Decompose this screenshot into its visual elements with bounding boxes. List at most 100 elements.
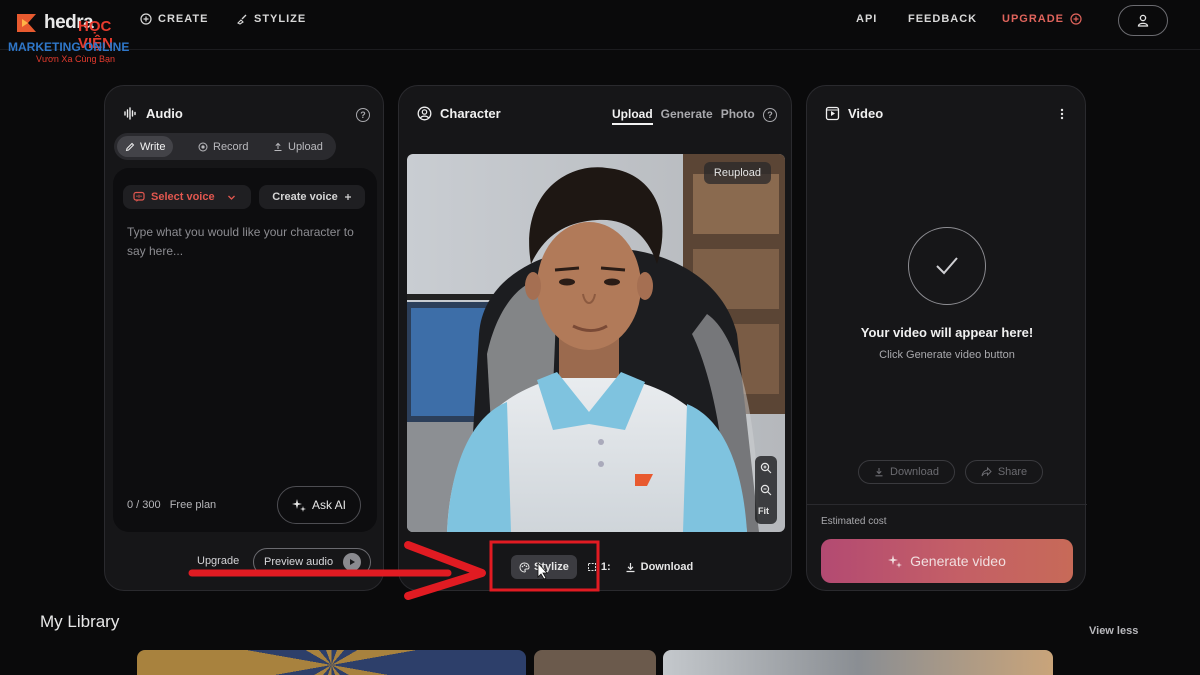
aspect-ratio-label: 1:	[600, 561, 611, 573]
zoom-controls: Fit	[755, 456, 777, 524]
chevron-down-icon	[227, 195, 235, 200]
nav-stylize[interactable]: STYLIZE	[236, 13, 306, 25]
nav-stylize-label: STYLIZE	[254, 13, 307, 25]
stylize-button[interactable]: Stylize	[511, 555, 577, 579]
zoom-in-icon[interactable]	[760, 462, 772, 474]
video-icon	[825, 106, 840, 121]
audio-waveform-icon	[124, 107, 136, 120]
play-icon	[343, 553, 362, 571]
plus-circle-icon	[1070, 13, 1082, 25]
tab-generate[interactable]: Generate	[661, 107, 713, 125]
nav-create[interactable]: CREATE	[140, 13, 208, 25]
video-download-button[interactable]: Download	[858, 460, 955, 484]
tab-upload[interactable]: Upload	[265, 136, 331, 157]
video-empty-title: Your video will appear here!	[860, 325, 1034, 340]
audio-panel-header: Audio	[123, 106, 183, 121]
download-button[interactable]: Download	[625, 561, 694, 573]
portrait-photo	[407, 154, 785, 532]
script-editor[interactable]: Select voice Create voice Type what you …	[113, 168, 377, 532]
video-download-label: Download	[890, 466, 939, 478]
share-icon	[981, 467, 992, 477]
share-label: Share	[997, 466, 1028, 478]
tab-write-label: Write	[140, 140, 166, 153]
top-navigation: hedra HỌC VIỆN MARKETING ONLINE Vươn Xa …	[0, 0, 1200, 64]
more-options-icon[interactable]	[1060, 108, 1064, 120]
stylize-label: Stylize	[534, 561, 569, 573]
fit-button[interactable]: Fit	[758, 506, 769, 516]
tab-upload-label: Upload	[288, 140, 323, 153]
audio-panel: Audio ? Write Record Upload Select voice…	[104, 85, 384, 591]
nav-feedback[interactable]: FEEDBACK	[908, 13, 977, 25]
video-panel-header: Video	[825, 106, 883, 121]
download-icon	[626, 562, 635, 572]
account-button[interactable]	[1118, 5, 1168, 36]
select-voice-dropdown[interactable]: Select voice	[123, 185, 251, 209]
plus-circle-icon	[140, 13, 152, 25]
help-icon[interactable]: ?	[356, 108, 370, 122]
library-title: My Library	[40, 612, 120, 631]
user-circle-icon	[417, 106, 432, 121]
pencil-icon	[125, 142, 135, 151]
select-voice-label: Select voice	[151, 191, 215, 203]
character-source-tabs: Upload Generate Photo	[612, 107, 755, 125]
generate-video-label: Generate video	[910, 553, 1006, 569]
sparkle-icon	[291, 499, 306, 512]
ask-ai-label: Ask AI	[311, 498, 346, 512]
character-panel-title: Character	[440, 106, 501, 121]
record-icon	[198, 142, 208, 151]
library-thumbnail[interactable]	[663, 650, 1053, 675]
ask-ai-button[interactable]: Ask AI	[277, 486, 361, 524]
upload-icon	[274, 142, 282, 151]
generate-video-button[interactable]: Generate video	[821, 539, 1073, 583]
audio-mode-switcher: Write Record Upload	[114, 133, 336, 160]
sparkle-icon	[888, 555, 903, 568]
download-label: Download	[640, 561, 694, 573]
tab-write[interactable]: Write	[117, 136, 174, 157]
nav-upgrade-label: UPGRADE	[1002, 13, 1065, 25]
tab-record[interactable]: Record	[190, 136, 256, 157]
plus-icon	[344, 194, 351, 200]
brush-icon	[237, 14, 247, 25]
counter-value: 0 / 300	[127, 499, 161, 511]
library-thumbnail[interactable]	[137, 650, 526, 675]
estimated-cost-label: Estimated cost	[821, 516, 887, 527]
aspect-ratio-button[interactable]: 1:	[587, 561, 611, 573]
character-image: Reupload Fit	[407, 154, 785, 532]
view-less-link[interactable]: View less	[1089, 625, 1138, 637]
tab-record-label: Record	[213, 140, 249, 153]
help-icon[interactable]: ?	[763, 108, 777, 122]
upgrade-link[interactable]: Upgrade	[197, 555, 239, 567]
user-icon	[1137, 14, 1149, 27]
create-voice-label: Create voice	[272, 191, 338, 203]
character-panel: Character Upload Generate Photo ? Reuplo…	[398, 85, 792, 591]
reupload-button[interactable]: Reupload	[703, 162, 771, 184]
share-button[interactable]: Share	[965, 460, 1043, 484]
nav-create-label: CREATE	[158, 13, 209, 25]
video-panel: Video Your video will appear here! Click…	[806, 85, 1087, 591]
palette-icon	[519, 561, 530, 573]
character-actions: Stylize 1: Download	[511, 555, 693, 579]
watermark-subtitle: MARKETING ONLINE	[8, 40, 130, 54]
tab-photo[interactable]: Photo	[721, 107, 755, 125]
audio-panel-title: Audio	[146, 106, 183, 121]
library-thumbnail[interactable]	[534, 650, 656, 675]
script-placeholder: Type what you would like your character …	[127, 225, 354, 258]
logo[interactable]: hedra HỌC VIỆN MARKETING ONLINE Vươn Xa …	[8, 6, 130, 64]
create-voice-button[interactable]: Create voice	[259, 185, 365, 209]
preview-audio-button[interactable]: Preview audio	[253, 548, 371, 576]
download-icon	[875, 468, 883, 477]
divider	[807, 504, 1087, 505]
check-icon	[908, 227, 986, 305]
plan-label: Free plan	[169, 499, 217, 511]
tab-upload[interactable]: Upload	[612, 107, 653, 125]
video-empty-subtitle: Click Generate video button	[879, 349, 1015, 361]
zoom-out-icon[interactable]	[760, 484, 772, 496]
hedra-logo-icon	[17, 14, 36, 32]
nav-api[interactable]: API	[856, 13, 877, 25]
character-panel-header: Character	[417, 106, 501, 121]
preview-audio-label: Preview audio	[264, 556, 334, 568]
crop-icon	[587, 563, 596, 571]
nav-api-label: API	[856, 13, 878, 25]
voice-bubble-icon	[133, 191, 145, 202]
nav-upgrade[interactable]: UPGRADE	[1002, 13, 1082, 25]
